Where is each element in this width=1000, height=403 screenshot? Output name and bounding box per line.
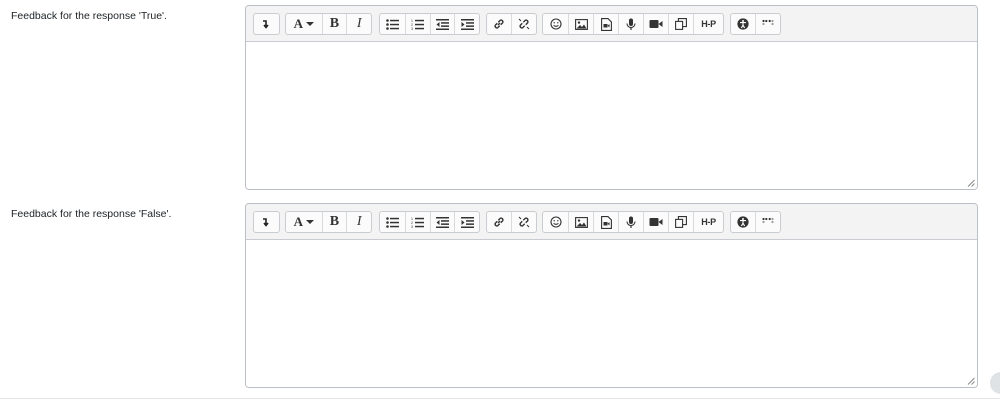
screenreader-helper-icon[interactable] bbox=[755, 14, 780, 34]
italic-button[interactable]: I bbox=[346, 212, 371, 232]
image-icon[interactable] bbox=[568, 212, 593, 232]
toolbar-group-links bbox=[486, 211, 537, 233]
outdent-icon[interactable] bbox=[429, 212, 455, 232]
feedback-true-label: Feedback for the response 'True'. bbox=[11, 10, 167, 22]
indent-icon[interactable] bbox=[454, 14, 479, 34]
h5p-label: H-P bbox=[701, 217, 716, 227]
media-icon[interactable] bbox=[593, 212, 618, 232]
italic-label: I bbox=[356, 214, 362, 229]
toolbar-group-more bbox=[253, 211, 280, 233]
video-icon[interactable] bbox=[643, 14, 668, 34]
feedback-false-label: Feedback for the response 'False'. bbox=[11, 208, 172, 220]
show-more-icon[interactable] bbox=[254, 212, 278, 232]
outdent-icon[interactable] bbox=[429, 14, 455, 34]
bold-label: B bbox=[329, 214, 340, 229]
toolbar-group-tools bbox=[730, 211, 781, 233]
image-icon[interactable] bbox=[568, 14, 593, 34]
feedback-false-editor: A B I 123 H-P bbox=[245, 203, 978, 388]
resize-handle-icon[interactable] bbox=[967, 179, 975, 187]
toolbar-group-format: A B I bbox=[285, 211, 372, 233]
link-icon[interactable] bbox=[487, 212, 511, 232]
toolbar-group-media: H-P bbox=[542, 13, 724, 35]
editor-toolbar: A B I 123 H-P bbox=[246, 6, 977, 42]
copy-icon[interactable] bbox=[668, 212, 693, 232]
paragraph-style-label: A bbox=[293, 16, 303, 31]
unordered-list-icon[interactable] bbox=[380, 212, 405, 232]
toolbar-group-tools bbox=[730, 13, 781, 35]
paragraph-style-label: A bbox=[293, 214, 303, 229]
svg-text:3: 3 bbox=[411, 27, 413, 30]
feedback-true-textarea[interactable] bbox=[246, 42, 977, 189]
toolbar-group-lists: 123 bbox=[379, 13, 480, 35]
feedback-false-textarea[interactable] bbox=[246, 240, 977, 387]
toolbar-group-lists: 123 bbox=[379, 211, 480, 233]
ordered-list-icon[interactable]: 123 bbox=[404, 14, 430, 34]
scroll-to-top-button[interactable] bbox=[990, 372, 1000, 394]
copy-icon[interactable] bbox=[668, 14, 693, 34]
emoji-icon[interactable] bbox=[543, 212, 568, 232]
media-icon[interactable] bbox=[593, 14, 618, 34]
page-divider bbox=[0, 398, 1000, 399]
h5p-icon[interactable]: H-P bbox=[693, 14, 723, 34]
toolbar-group-more bbox=[253, 13, 280, 35]
emoji-icon[interactable] bbox=[543, 14, 568, 34]
unlink-icon[interactable] bbox=[511, 212, 536, 232]
screenreader-helper-icon[interactable] bbox=[755, 212, 780, 232]
bold-label: B bbox=[329, 16, 340, 31]
paragraph-style-dropdown[interactable]: A bbox=[286, 14, 322, 34]
toolbar-group-links bbox=[486, 13, 537, 35]
microphone-icon[interactable] bbox=[618, 14, 643, 34]
h5p-icon[interactable]: H-P bbox=[693, 212, 723, 232]
resize-handle-icon[interactable] bbox=[967, 377, 975, 385]
toolbar-group-format: A B I bbox=[285, 13, 372, 35]
microphone-icon[interactable] bbox=[618, 212, 643, 232]
italic-button[interactable]: I bbox=[346, 14, 371, 34]
toolbar-group-media: H-P bbox=[542, 211, 724, 233]
accessibility-checker-icon[interactable] bbox=[731, 212, 755, 232]
indent-icon[interactable] bbox=[454, 212, 479, 232]
h5p-label: H-P bbox=[701, 19, 716, 29]
feedback-true-editor: A B I 123 H-P bbox=[245, 5, 978, 190]
bold-button[interactable]: B bbox=[321, 212, 347, 232]
link-icon[interactable] bbox=[487, 14, 511, 34]
bold-button[interactable]: B bbox=[321, 14, 347, 34]
unordered-list-icon[interactable] bbox=[380, 14, 405, 34]
ordered-list-icon[interactable]: 123 bbox=[404, 212, 430, 232]
paragraph-style-dropdown[interactable]: A bbox=[286, 212, 322, 232]
video-icon[interactable] bbox=[643, 212, 668, 232]
editor-toolbar: A B I 123 H-P bbox=[246, 204, 977, 240]
italic-label: I bbox=[356, 16, 362, 31]
svg-text:3: 3 bbox=[411, 225, 413, 228]
accessibility-checker-icon[interactable] bbox=[731, 14, 755, 34]
show-more-icon[interactable] bbox=[254, 14, 278, 34]
unlink-icon[interactable] bbox=[511, 14, 536, 34]
